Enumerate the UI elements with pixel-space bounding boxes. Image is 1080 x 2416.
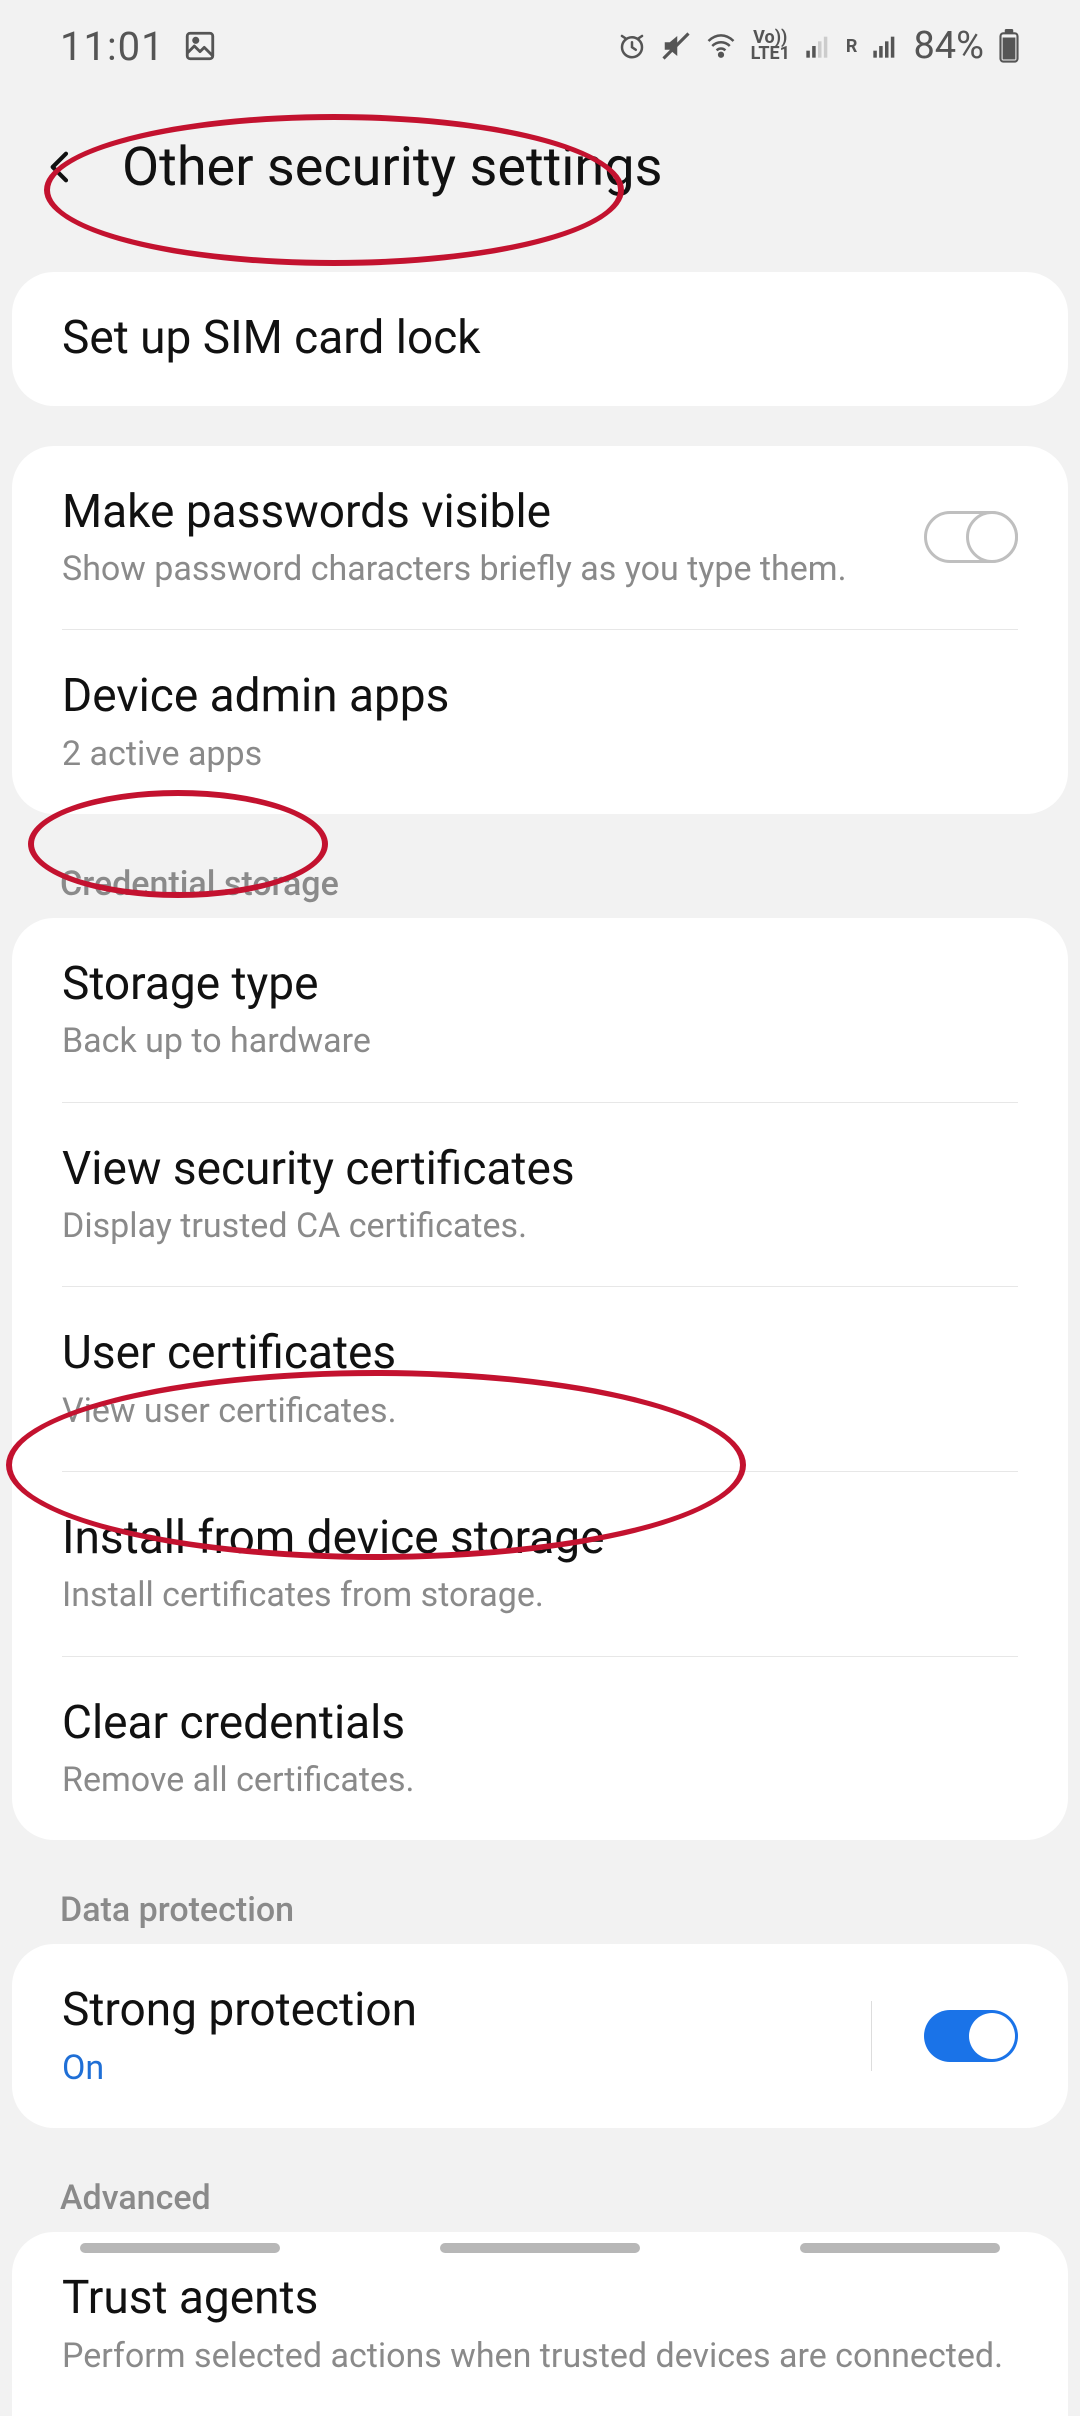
- alarm-icon: [617, 31, 647, 61]
- system-navbar: [0, 2216, 1080, 2280]
- lte-label: LTE1: [751, 46, 790, 62]
- section-credential-storage: Credential storage: [0, 834, 1080, 918]
- row-title: Device admin apps: [62, 668, 1018, 726]
- row-sub: View user certificates.: [62, 1389, 1018, 1433]
- row-title: Set up SIM card lock: [62, 310, 1018, 368]
- row-sub: Display trusted CA certificates.: [62, 1204, 1018, 1248]
- back-button[interactable]: [26, 132, 96, 202]
- row-device-admin-apps[interactable]: Device admin apps 2 active apps: [12, 630, 1068, 814]
- row-strong-protection[interactable]: Strong protection On: [12, 1944, 1068, 2128]
- vertical-divider: [871, 2001, 872, 2071]
- row-passwords-visible[interactable]: Make passwords visible Show password cha…: [12, 446, 1068, 630]
- roaming-label: R: [846, 36, 858, 57]
- mute-icon: [661, 31, 691, 61]
- row-sub: Remove all certificates.: [62, 1758, 1018, 1802]
- toggle-passwords-visible[interactable]: [924, 511, 1018, 563]
- row-title: Strong protection: [62, 1982, 847, 2040]
- row-sub: Perform selected actions when trusted de…: [62, 2334, 1018, 2378]
- battery-icon: [998, 29, 1020, 63]
- page-title: Other security settings: [122, 136, 662, 199]
- signal-2-icon: [871, 32, 899, 60]
- row-clear-credentials[interactable]: Clear credentials Remove all certificate…: [12, 1657, 1068, 1841]
- row-title: Clear credentials: [62, 1695, 1018, 1753]
- row-sub: Show password characters briefly as you …: [62, 547, 900, 591]
- card-sim: Set up SIM card lock: [12, 272, 1068, 406]
- row-sub: 2 active apps: [62, 732, 1018, 776]
- battery-percent: 84%: [913, 24, 984, 68]
- volte-icon: Vo)) LTE1: [751, 30, 790, 62]
- row-sub: Install certificates from storage.: [62, 1573, 1018, 1617]
- row-view-security-certificates[interactable]: View security certificates Display trust…: [12, 1103, 1068, 1287]
- row-sim-lock[interactable]: Set up SIM card lock: [12, 272, 1068, 406]
- chevron-left-icon: [41, 147, 81, 187]
- nav-back[interactable]: [800, 2243, 1000, 2253]
- nav-recents[interactable]: [80, 2243, 280, 2253]
- row-sub: On: [62, 2046, 847, 2090]
- wifi-icon: [705, 31, 737, 61]
- row-install-from-device-storage[interactable]: Install from device storage Install cert…: [12, 1472, 1068, 1656]
- card-passwords: Make passwords visible Show password cha…: [12, 446, 1068, 814]
- status-bar: 11:01 Vo)) LTE1 R 84%: [0, 0, 1080, 92]
- row-storage-type[interactable]: Storage type Back up to hardware: [12, 918, 1068, 1102]
- row-user-certificates[interactable]: User certificates View user certificates…: [12, 1287, 1068, 1471]
- row-title: Storage type: [62, 956, 1018, 1014]
- nav-home[interactable]: [440, 2243, 640, 2253]
- row-sub: Back up to hardware: [62, 1019, 1018, 1063]
- row-title: View security certificates: [62, 1141, 1018, 1199]
- card-credential-storage: Storage type Back up to hardware View se…: [12, 918, 1068, 1840]
- clock-time: 11:01: [60, 23, 165, 70]
- row-title: User certificates: [62, 1325, 1018, 1383]
- row-title: Install from device storage: [62, 1510, 1018, 1568]
- gallery-icon: [183, 29, 217, 63]
- card-data-protection: Strong protection On: [12, 1944, 1068, 2128]
- toggle-strong-protection[interactable]: [924, 2010, 1018, 2062]
- page-header: Other security settings: [0, 92, 1080, 242]
- signal-1-icon: [804, 32, 832, 60]
- section-data-protection: Data protection: [0, 1860, 1080, 1944]
- row-title: Make passwords visible: [62, 484, 900, 542]
